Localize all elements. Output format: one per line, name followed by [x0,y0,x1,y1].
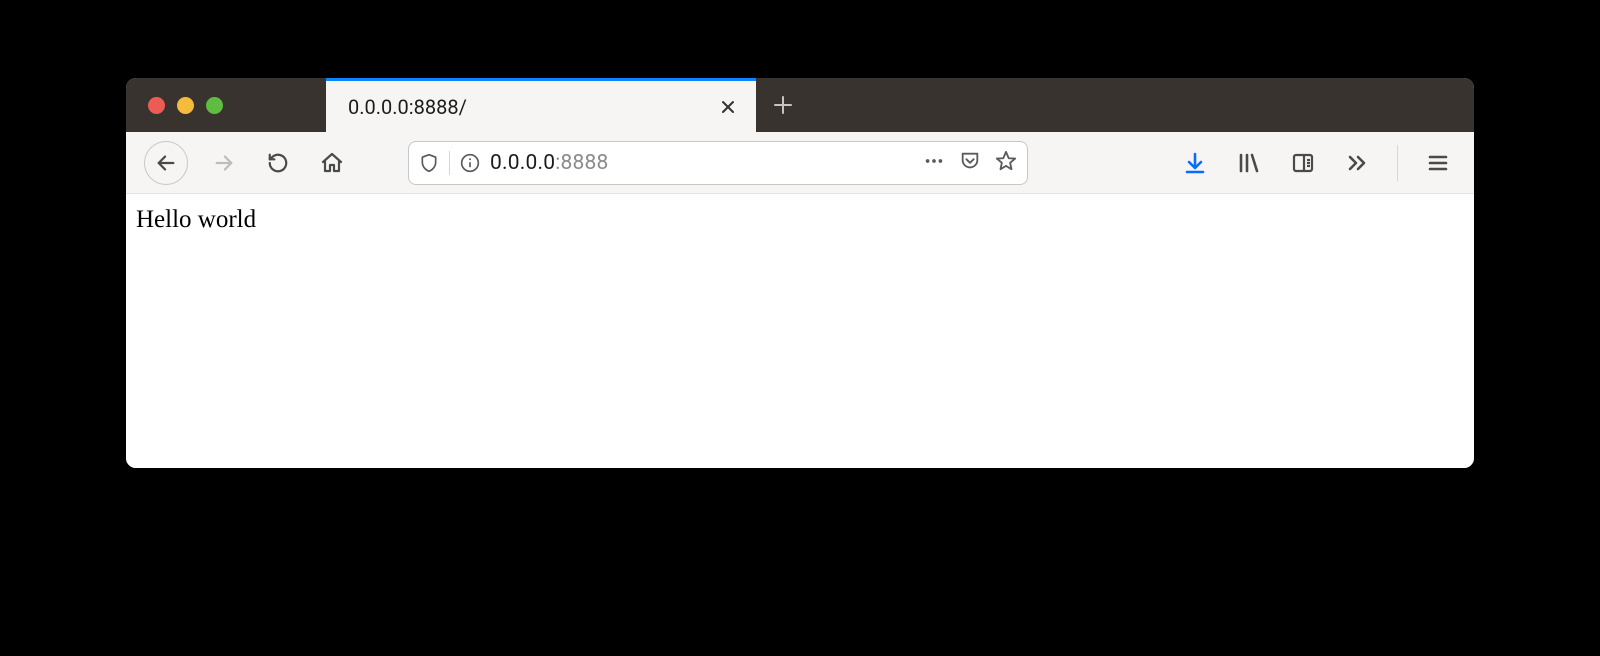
home-button[interactable] [314,145,350,181]
tracking-protection-button[interactable] [419,152,439,174]
app-menu-button[interactable] [1420,145,1456,181]
page-actions-button[interactable] [923,150,945,176]
info-icon [460,153,480,173]
toolbar-right [1177,145,1456,181]
close-icon [720,99,736,115]
nav-toolbar: 0.0.0.0:8888 [126,132,1474,194]
pocket-button[interactable] [959,150,981,176]
site-info-button[interactable] [460,153,480,173]
arrow-right-icon [213,152,235,174]
url-bar[interactable]: 0.0.0.0:8888 [408,141,1028,185]
overflow-button[interactable] [1339,145,1375,181]
window-controls [126,78,326,132]
reload-button[interactable] [260,145,296,181]
shield-icon [419,152,439,174]
star-icon [995,150,1017,172]
sidebar-button[interactable] [1285,145,1321,181]
bookmark-button[interactable] [995,150,1017,176]
titlebar: 0.0.0.0:8888/ [126,78,1474,132]
url-text[interactable]: 0.0.0.0:8888 [490,151,913,175]
home-icon [320,151,344,175]
reload-icon [267,152,289,174]
ellipsis-icon [923,150,945,172]
window-minimize-button[interactable] [177,97,194,114]
urlbar-separator [449,151,450,175]
sidebar-icon [1291,151,1315,175]
library-button[interactable] [1231,145,1267,181]
library-icon [1237,151,1261,175]
tab-close-button[interactable] [714,93,742,121]
forward-button[interactable] [206,145,242,181]
browser-window: 0.0.0.0:8888/ [126,78,1474,468]
window-close-button[interactable] [148,97,165,114]
tab-active[interactable]: 0.0.0.0:8888/ [326,78,756,132]
tab-title: 0.0.0.0:8888/ [348,95,714,119]
arrow-left-icon [155,152,177,174]
hamburger-icon [1426,151,1450,175]
window-zoom-button[interactable] [206,97,223,114]
plus-icon [773,95,793,115]
back-button[interactable] [144,141,188,185]
toolbar-divider [1397,145,1398,181]
downloads-button[interactable] [1177,145,1213,181]
new-tab-button[interactable] [756,78,810,132]
chevron-double-right-icon [1345,151,1369,175]
page-body-text: Hello world [136,206,1464,234]
url-port: :8888 [555,151,608,175]
pocket-icon [959,150,981,172]
page-viewport: Hello world [126,194,1474,468]
url-host: 0.0.0.0 [490,151,555,175]
urlbar-actions [923,150,1017,176]
download-icon [1183,151,1207,175]
